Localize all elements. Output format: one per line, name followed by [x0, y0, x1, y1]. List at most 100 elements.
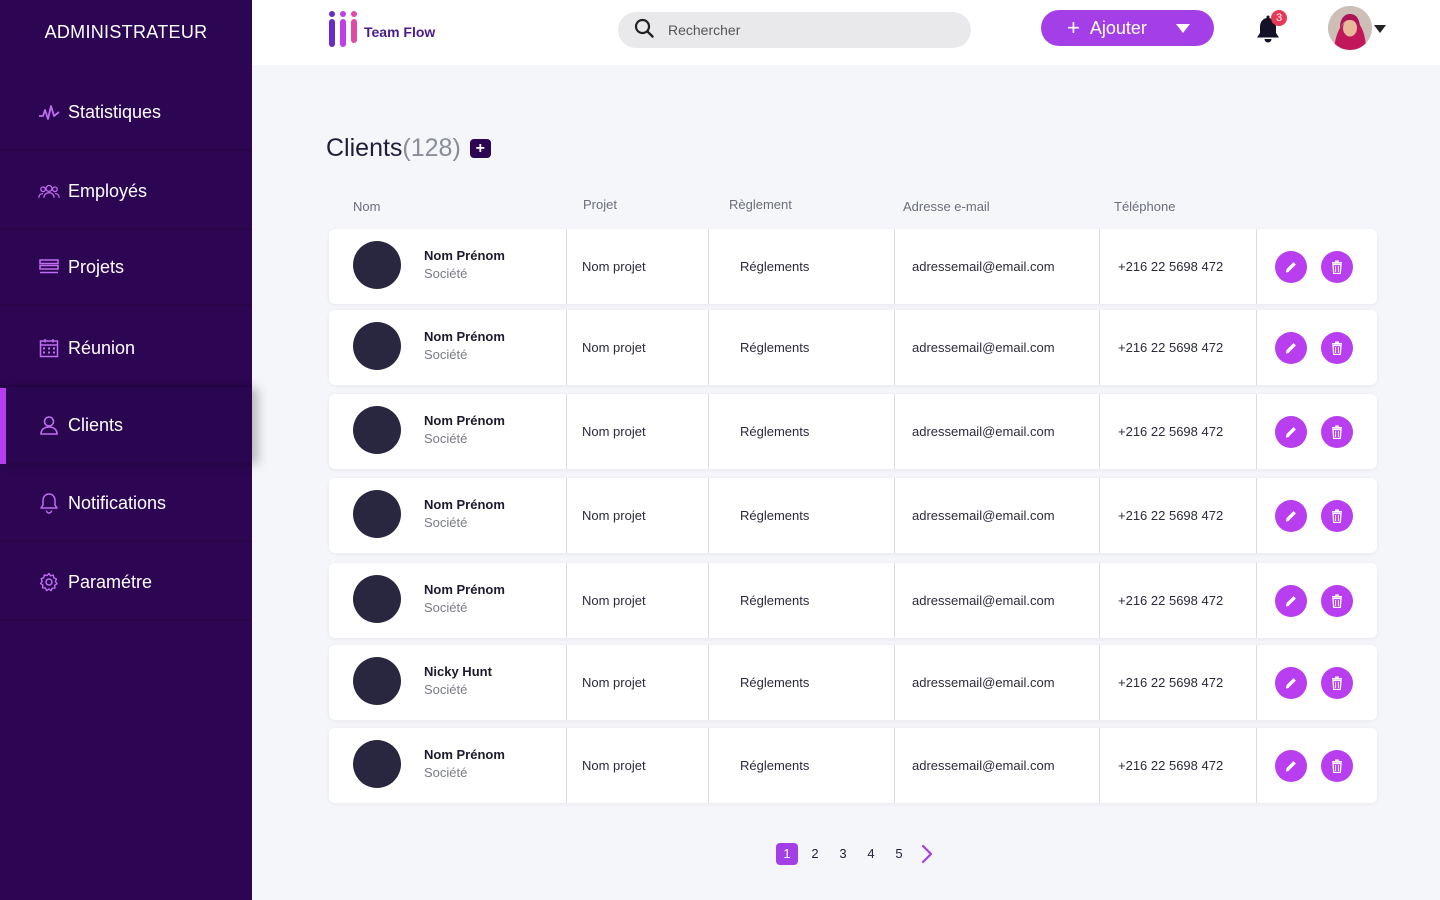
- page-3-button[interactable]: 3: [832, 843, 854, 865]
- client-email: adressemail@email.com: [912, 508, 1055, 523]
- delete-button[interactable]: [1321, 416, 1353, 448]
- edit-button[interactable]: [1275, 251, 1307, 283]
- client-phone: +216 22 5698 472: [1118, 758, 1224, 773]
- sidebar-item-notifications[interactable]: Notifications: [0, 466, 252, 542]
- client-payment: Réglements: [740, 675, 810, 690]
- column-divider: [708, 229, 709, 304]
- trash-icon: [1331, 341, 1343, 355]
- add-button[interactable]: + Ajouter: [1041, 10, 1214, 46]
- client-phone: +216 22 5698 472: [1118, 593, 1224, 608]
- sidebar-item-reunion[interactable]: Réunion: [0, 311, 252, 387]
- avatar-chevron-down-icon[interactable]: [1374, 25, 1386, 33]
- column-divider: [566, 728, 567, 803]
- client-avatar: [353, 740, 401, 788]
- page-2-button[interactable]: 2: [804, 843, 826, 865]
- table-row[interactable]: Nom Prénom Société Nom projet Réglements adr…: [329, 563, 1377, 638]
- trash-icon: [1331, 594, 1343, 608]
- edit-button[interactable]: [1275, 585, 1307, 617]
- edit-button[interactable]: [1275, 332, 1307, 364]
- edit-button[interactable]: [1275, 750, 1307, 782]
- client-company: Société: [424, 765, 468, 780]
- column-header-phone: Téléphone: [1114, 199, 1176, 214]
- client-company: Société: [424, 266, 468, 281]
- client-name: Nicky Hunt: [424, 664, 492, 679]
- delete-button[interactable]: [1321, 332, 1353, 364]
- notification-count-badge: 3: [1271, 10, 1287, 26]
- page-1-button[interactable]: 1: [776, 843, 798, 865]
- sidebar-item-statistiques[interactable]: Statistiques: [0, 75, 252, 151]
- pulse-icon: [38, 101, 60, 123]
- sidebar-item-label: Projets: [68, 256, 125, 277]
- sidebar-item-label: Notifications: [68, 492, 167, 513]
- column-divider: [1099, 310, 1100, 385]
- table-row[interactable]: Nom Prénom Société Nom projet Réglements adr…: [329, 478, 1377, 553]
- search-bar[interactable]: [618, 12, 971, 48]
- table-row[interactable]: Nom Prénom Société Nom projet Réglements adr…: [329, 229, 1377, 304]
- column-divider: [708, 645, 709, 720]
- app-logo[interactable]: Team Flow: [328, 10, 435, 53]
- pencil-icon: [1284, 509, 1298, 523]
- delete-button[interactable]: [1321, 251, 1353, 283]
- client-project: Nom projet: [582, 259, 646, 274]
- edit-button[interactable]: [1275, 500, 1307, 532]
- column-header-project: Projet: [583, 197, 617, 212]
- sidebar: ADMINISTRATEUR Statistiques Employés Pro…: [0, 0, 252, 900]
- table-row[interactable]: Nom Prénom Société Nom projet Réglements adr…: [329, 728, 1377, 803]
- next-page-chevron-icon[interactable]: [920, 844, 934, 864]
- page-title: Clients (128) +: [326, 134, 491, 163]
- layers-icon: [38, 256, 60, 278]
- client-project: Nom projet: [582, 508, 646, 523]
- sidebar-item-label: Statistiques: [68, 101, 162, 122]
- client-name: Nom Prénom: [424, 248, 505, 263]
- page-5-button[interactable]: 5: [888, 843, 910, 865]
- pagination: 1 2 3 4 5: [776, 843, 934, 865]
- sidebar-title: ADMINISTRATEUR: [44, 22, 208, 42]
- user-avatar[interactable]: [1328, 6, 1372, 50]
- delete-button[interactable]: [1321, 667, 1353, 699]
- client-phone: +216 22 5698 472: [1118, 340, 1224, 355]
- sidebar-item-label: Clients: [68, 414, 124, 435]
- client-company: Société: [424, 515, 468, 530]
- sidebar-item-projets[interactable]: Projets: [0, 230, 252, 306]
- client-phone: +216 22 5698 472: [1118, 424, 1224, 439]
- sidebar-item-label: Employés: [68, 180, 148, 201]
- client-avatar: [353, 575, 401, 623]
- client-payment: Réglements: [740, 424, 810, 439]
- table-row[interactable]: Nicky Hunt Société Nom projet Réglements adr…: [329, 645, 1377, 720]
- column-divider: [894, 310, 895, 385]
- client-payment: Réglements: [740, 259, 810, 274]
- edit-button[interactable]: [1275, 416, 1307, 448]
- table-row[interactable]: Nom Prénom Société Nom projet Réglements adr…: [329, 310, 1377, 385]
- client-email: adressemail@email.com: [912, 593, 1055, 608]
- client-phone: +216 22 5698 472: [1118, 259, 1224, 274]
- client-count: (128): [402, 134, 461, 162]
- delete-button[interactable]: [1321, 585, 1353, 617]
- sidebar-item-employes[interactable]: Employés: [0, 154, 252, 230]
- column-divider: [1256, 229, 1257, 304]
- client-email: adressemail@email.com: [912, 259, 1055, 274]
- column-divider: [566, 563, 567, 638]
- client-phone: +216 22 5698 472: [1118, 508, 1224, 523]
- page-4-button[interactable]: 4: [860, 843, 882, 865]
- add-client-button[interactable]: +: [469, 139, 491, 158]
- pencil-icon: [1284, 425, 1298, 439]
- client-avatar: [353, 490, 401, 538]
- sidebar-item-clients[interactable]: Clients: [0, 388, 252, 464]
- column-divider: [894, 394, 895, 469]
- client-project: Nom projet: [582, 340, 646, 355]
- sidebar-item-parametre[interactable]: Paramétre: [0, 545, 252, 621]
- client-avatar: [353, 322, 401, 370]
- client-name: Nom Prénom: [424, 329, 505, 344]
- search-input[interactable]: [668, 22, 948, 38]
- column-header-email: Adresse e-mail: [903, 199, 990, 214]
- edit-button[interactable]: [1275, 667, 1307, 699]
- delete-button[interactable]: [1321, 750, 1353, 782]
- client-phone: +216 22 5698 472: [1118, 675, 1224, 690]
- table-row[interactable]: Nom Prénom Société Nom projet Réglements adr…: [329, 394, 1377, 469]
- chevron-down-icon[interactable]: [1176, 24, 1190, 33]
- plus-icon: +: [1067, 15, 1080, 40]
- client-company: Société: [424, 347, 468, 362]
- client-name: Nom Prénom: [424, 582, 505, 597]
- client-project: Nom projet: [582, 593, 646, 608]
- delete-button[interactable]: [1321, 500, 1353, 532]
